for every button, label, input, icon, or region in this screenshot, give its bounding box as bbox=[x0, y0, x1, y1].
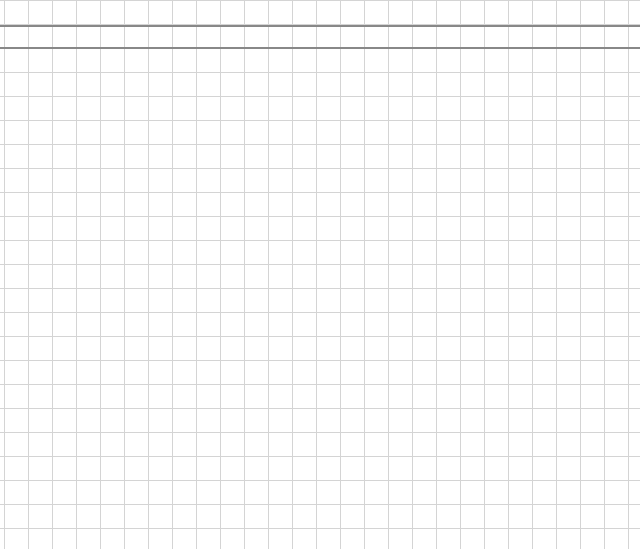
header-row bbox=[0, 25, 640, 49]
spreadsheet-grid bbox=[0, 0, 640, 549]
